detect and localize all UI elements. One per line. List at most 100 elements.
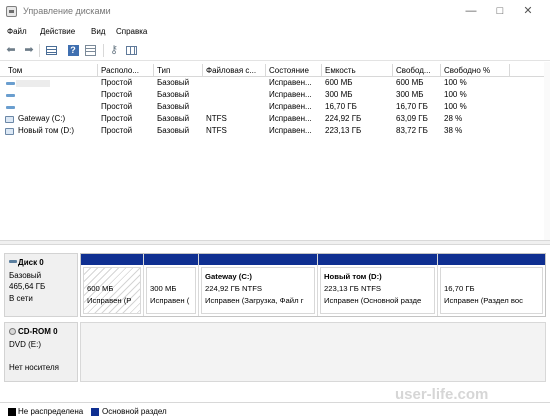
partition-size: 224,92 ГБ NTFS bbox=[205, 284, 263, 293]
column-separator[interactable] bbox=[202, 64, 203, 77]
partition-system-300[interactable]: 300 МБ Исправен ( bbox=[144, 254, 199, 316]
table-row[interactable]: Gateway (C:) Простой Базовый NTFS Исправ… bbox=[0, 114, 550, 126]
volume-status: Исправен... bbox=[269, 126, 312, 135]
column-separator[interactable] bbox=[321, 64, 322, 77]
primary-partition-bar bbox=[81, 254, 143, 265]
volume-name: Новый том (D:) bbox=[18, 126, 74, 135]
partition-status: Исправен (Р bbox=[87, 296, 132, 305]
primary-partition-bar bbox=[199, 254, 317, 265]
menu-bar: Файл Действие Вид Справка bbox=[0, 24, 550, 40]
volume-layout: Простой bbox=[101, 102, 133, 111]
volume-capacity: 224,92 ГБ bbox=[325, 114, 362, 123]
column-header-free-percent[interactable]: Свободно % bbox=[444, 66, 500, 77]
volume-capacity: 223,13 ГБ bbox=[325, 126, 362, 135]
toolbar-separator bbox=[39, 44, 40, 57]
partition-body: 16,70 ГБ Исправен (Раздел вос bbox=[440, 267, 543, 314]
window-titlebar: Управление дисками — □ ✕ bbox=[0, 0, 550, 24]
grid-view-icon[interactable] bbox=[44, 43, 58, 57]
legend-primary-label: Основной раздел bbox=[102, 407, 167, 416]
maximize-button[interactable]: □ bbox=[486, 3, 514, 19]
column-header-volume[interactable]: Том bbox=[8, 66, 96, 77]
primary-partition-bar bbox=[144, 254, 198, 265]
table-row[interactable]: Простой Базовый Исправен... 600 МБ 600 М… bbox=[0, 78, 550, 90]
partition-body: 300 МБ Исправен ( bbox=[146, 267, 196, 314]
menu-help[interactable]: Справка bbox=[116, 27, 147, 36]
volume-layout: Простой bbox=[101, 114, 133, 123]
table-row[interactable]: Простой Базовый Исправен... 16,70 ГБ 16,… bbox=[0, 102, 550, 114]
properties-icon[interactable] bbox=[83, 43, 97, 57]
disk-0-info[interactable]: Диск 0 Базовый 465,64 ГБ В сети bbox=[4, 253, 78, 317]
column-header-status[interactable]: Состояние bbox=[269, 66, 319, 77]
column-separator[interactable] bbox=[392, 64, 393, 77]
column-separator[interactable] bbox=[97, 64, 98, 77]
vertical-scrollbar[interactable] bbox=[544, 62, 550, 240]
list-view-icon[interactable] bbox=[124, 43, 138, 57]
column-separator[interactable] bbox=[509, 64, 510, 77]
volume-type: Базовый bbox=[157, 126, 190, 135]
cdrom-0-media-area[interactable] bbox=[80, 322, 546, 382]
cdrom-0-title: CD-ROM 0 bbox=[18, 327, 58, 336]
forward-icon[interactable]: ➡ bbox=[22, 43, 36, 57]
disk-0-partitions: 600 МБ Исправен (Р 300 МБ Исправен ( Gat… bbox=[80, 253, 546, 317]
volume-free-percent: 28 % bbox=[444, 114, 463, 123]
volume-free: 63,09 ГБ bbox=[396, 114, 428, 123]
partition-body: Новый том (D:) 223,13 ГБ NTFS Исправен (… bbox=[320, 267, 435, 314]
column-header-type[interactable]: Тип bbox=[157, 66, 201, 77]
disk-graphical-view: Диск 0 Базовый 465,64 ГБ В сети 600 МБ И… bbox=[0, 245, 550, 402]
menu-view[interactable]: Вид bbox=[91, 27, 105, 36]
volume-free: 300 МБ bbox=[396, 90, 424, 99]
partition-size: 300 МБ bbox=[150, 284, 177, 293]
primary-partition-swatch bbox=[91, 408, 99, 416]
drive-icon bbox=[5, 128, 14, 135]
volume-layout: Простой bbox=[101, 126, 133, 135]
cd-drive-icon bbox=[9, 328, 16, 335]
volume-free-percent: 38 % bbox=[444, 126, 463, 135]
partition-size: 600 МБ bbox=[87, 284, 114, 293]
volume-capacity: 600 МБ bbox=[325, 78, 353, 87]
column-header-capacity[interactable]: Емкость bbox=[325, 66, 391, 77]
partition-recovery-16gb[interactable]: 16,70 ГБ Исправен (Раздел вос bbox=[438, 254, 545, 316]
window-title: Управление дисками bbox=[23, 6, 111, 16]
partition-gateway-c[interactable]: Gateway (C:) 224,92 ГБ NTFS Исправен (За… bbox=[199, 254, 318, 316]
partition-size: 223,13 ГБ NTFS bbox=[324, 284, 382, 293]
volume-type: Базовый bbox=[157, 114, 190, 123]
column-separator[interactable] bbox=[153, 64, 154, 77]
column-header-free-space[interactable]: Свобод... bbox=[396, 66, 439, 77]
legend-unallocated-label: Не распределена bbox=[18, 407, 84, 416]
column-separator[interactable] bbox=[440, 64, 441, 77]
unallocated-swatch bbox=[8, 408, 16, 416]
volume-table: Том Располо... Тип Файловая с... Состоян… bbox=[0, 62, 550, 240]
minimize-button[interactable]: — bbox=[457, 3, 485, 19]
disk-management-app-icon bbox=[6, 6, 17, 17]
toolbar: ⬅ ➡ ? ⚷ bbox=[0, 40, 550, 61]
volume-free-percent: 100 % bbox=[444, 78, 467, 87]
volume-free: 83,72 ГБ bbox=[396, 126, 428, 135]
column-header-layout[interactable]: Располо... bbox=[101, 66, 152, 77]
partition-body: 600 МБ Исправен (Р bbox=[83, 267, 141, 314]
menu-action[interactable]: Действие bbox=[40, 27, 75, 36]
table-row[interactable]: Новый том (D:) Простой Базовый NTFS Испр… bbox=[0, 126, 550, 138]
volume-icon bbox=[6, 94, 15, 97]
menu-file[interactable]: Файл bbox=[7, 27, 27, 36]
disk-0-size: 465,64 ГБ bbox=[9, 282, 46, 291]
volume-capacity: 300 МБ bbox=[325, 90, 353, 99]
cdrom-0-info[interactable]: CD-ROM 0 DVD (E:) Нет носителя bbox=[4, 322, 78, 382]
partition-new-volume-d[interactable]: Новый том (D:) 223,13 ГБ NTFS Исправен (… bbox=[318, 254, 438, 316]
column-header-file-system[interactable]: Файловая с... bbox=[206, 66, 264, 77]
table-row[interactable]: Простой Базовый Исправен... 300 МБ 300 М… bbox=[0, 90, 550, 102]
volume-free: 600 МБ bbox=[396, 78, 424, 87]
volume-name: Gateway (C:) bbox=[18, 114, 66, 123]
close-button[interactable]: ✕ bbox=[514, 3, 542, 19]
volume-free-percent: 100 % bbox=[444, 90, 467, 99]
volume-type: Базовый bbox=[157, 78, 190, 87]
volume-status: Исправен... bbox=[269, 114, 312, 123]
volume-name-placeholder bbox=[16, 80, 50, 87]
volume-table-header: Том Располо... Тип Файловая с... Состоян… bbox=[0, 64, 550, 77]
key-icon[interactable]: ⚷ bbox=[107, 43, 121, 57]
partition-recovery-600[interactable]: 600 МБ Исправен (Р bbox=[81, 254, 144, 316]
help-icon[interactable]: ? bbox=[66, 43, 80, 57]
back-icon[interactable]: ⬅ bbox=[4, 43, 18, 57]
volume-status: Исправен... bbox=[269, 78, 312, 87]
column-separator[interactable] bbox=[265, 64, 266, 77]
cdrom-0-type: DVD (E:) bbox=[9, 340, 41, 349]
